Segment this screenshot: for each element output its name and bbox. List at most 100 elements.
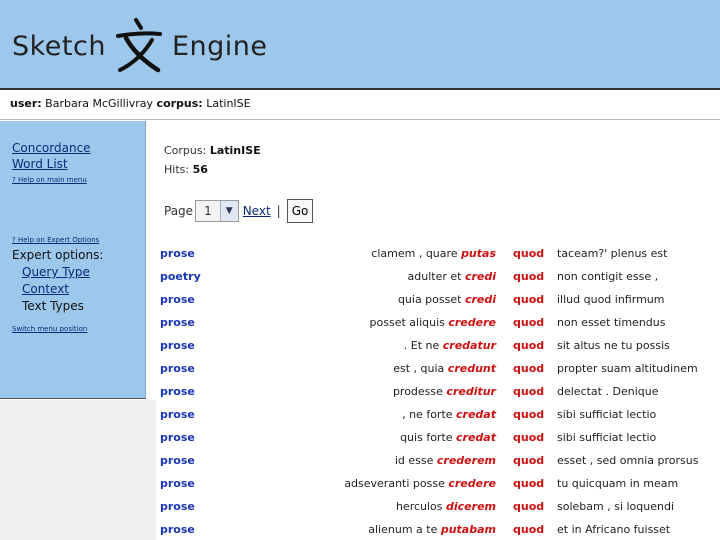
corpus-info-label: Corpus: [164, 144, 207, 157]
go-button[interactable]: Go [286, 199, 314, 223]
genre-cell[interactable]: prose [160, 357, 195, 380]
app-header: Sketch Engine [0, 0, 720, 88]
right-context-cell: sibi sufficiat lectio [557, 408, 657, 421]
kwic-node-cell[interactable]: quod [513, 426, 544, 449]
left-context-cell: quia posset credi [398, 288, 496, 311]
kwic-node-cell[interactable]: quod [513, 288, 544, 311]
kwic-node-cell[interactable]: quod [513, 403, 544, 426]
right-context-cell: illud quod infirmum [557, 293, 665, 306]
table-row[interactable]: prose id esse crederem quod esset , sed omn… [156, 449, 720, 472]
chevron-down-icon[interactable]: ▼ [219, 201, 238, 221]
left-context-text: adulter et [407, 270, 465, 283]
sidebar-item-concordance[interactable]: Concordance [12, 141, 145, 155]
right-context-cell: esset , sed omnia prorsus [557, 454, 699, 467]
left-context-text: alienum a te [368, 523, 441, 536]
corpus-line: Corpus: LatinISE [164, 141, 261, 160]
user-name: Barbara McGillivray [45, 97, 154, 110]
kwic-node-cell[interactable]: quod [513, 472, 544, 495]
sidebar-item-word-list[interactable]: Word List [12, 157, 145, 171]
collocate-keyword: credi [464, 270, 496, 283]
right-context-cell: sibi sufficiat lectio [557, 431, 657, 444]
left-context-cell: . Et ne credatur [404, 334, 496, 357]
table-row[interactable]: prose prodesse creditur quod delectat . Den… [156, 380, 720, 403]
sidebar-lower-area [0, 400, 156, 540]
genre-cell[interactable]: prose [160, 426, 195, 449]
table-row[interactable]: prose alienum a te putabam quod et in Afric… [156, 518, 720, 540]
kwic-node-cell[interactable]: quod [513, 311, 544, 334]
kwic-node-cell[interactable]: quod [513, 357, 544, 380]
left-context-text: adseveranti posse [344, 477, 449, 490]
user-label: user: [10, 97, 42, 110]
table-row[interactable]: prose herculos dicerem quod solebam , si lo… [156, 495, 720, 518]
collocate-keyword: credat [456, 408, 496, 421]
page-select-value: 1 [204, 204, 212, 218]
corpus-name: LatinISE [206, 97, 251, 110]
right-context-cell: sit altus ne tu possis [557, 339, 670, 352]
genre-cell[interactable]: prose [160, 472, 195, 495]
left-context-cell: adseveranti posse credere [344, 472, 496, 495]
kwic-node-cell[interactable]: quod [513, 334, 544, 357]
collocate-keyword: crederem [436, 454, 496, 467]
user-bar: user: Barbara McGillivray corpus: LatinI… [0, 88, 720, 120]
sidebar-item-query-type[interactable]: Query Type [12, 265, 145, 279]
table-row[interactable]: prose est , quia credunt quod propter suam … [156, 357, 720, 380]
right-context-cell: non contigit esse , [557, 270, 659, 283]
genre-cell[interactable]: poetry [160, 265, 201, 288]
left-context-cell: alienum a te putabam [368, 518, 496, 540]
table-row[interactable]: prose quia posset credi quod illud quod inf… [156, 288, 720, 311]
genre-cell[interactable]: prose [160, 288, 195, 311]
corpus-info: Corpus: LatinISE Hits: 56 [164, 141, 261, 179]
hits-line: Hits: 56 [164, 160, 261, 179]
help-main-menu-link[interactable]: ? Help on main menu [12, 176, 145, 184]
table-row[interactable]: prose clamem , quare putas quod taceam?' pl… [156, 242, 720, 265]
left-context-text: . Et ne [403, 339, 443, 352]
table-row[interactable]: prose , ne forte credat quod sibi sufficiat… [156, 403, 720, 426]
table-row[interactable]: prose quis forte credat quod sibi sufficiat… [156, 426, 720, 449]
table-row[interactable]: prose posset aliquis credere quod non esset… [156, 311, 720, 334]
genre-cell[interactable]: prose [160, 449, 195, 472]
left-context-cell: adulter et credi [408, 265, 497, 288]
left-context-cell: herculos dicerem [396, 495, 496, 518]
page-select[interactable]: 1 ▼ [195, 200, 239, 222]
kwic-node-cell[interactable]: quod [513, 518, 544, 540]
page-label: Page [164, 204, 194, 218]
corpus-info-value: LatinISE [209, 144, 261, 157]
corpus-label: corpus: [156, 97, 203, 110]
left-context-cell: id esse crederem [395, 449, 496, 472]
genre-cell[interactable]: prose [160, 403, 195, 426]
expert-options-label: Expert options: [12, 248, 104, 262]
genre-cell[interactable]: prose [160, 242, 195, 265]
main-content: Corpus: LatinISE Hits: 56 Page 1 ▼ Next … [156, 121, 720, 540]
table-row[interactable]: prose adseveranti posse credere quod tu qui… [156, 472, 720, 495]
collocate-keyword: credat [456, 431, 496, 444]
wen-character-glyph-icon [115, 18, 162, 73]
kwic-node-cell[interactable]: quod [513, 380, 544, 403]
left-context-text: posset aliquis [369, 316, 449, 329]
table-row[interactable]: poetry adulter et credi quod non contigit e… [156, 265, 720, 288]
table-row[interactable]: prose . Et ne credatur quod sit altus ne tu… [156, 334, 720, 357]
kwic-node-cell[interactable]: quod [513, 449, 544, 472]
help-expert-options-link[interactable]: ? Help on Expert Options [12, 236, 145, 244]
left-context-cell: prodesse creditur [393, 380, 496, 403]
right-context-cell: solebam , si loquendi [557, 500, 675, 513]
genre-cell[interactable]: prose [160, 380, 195, 403]
concordance-table: prose clamem , quare putas quod taceam?' pl… [156, 242, 720, 540]
collocate-keyword: credere [448, 316, 496, 329]
genre-cell[interactable]: prose [160, 334, 195, 357]
collocate-keyword: credi [464, 293, 496, 306]
sidebar-item-text-types[interactable]: Text Types [12, 299, 145, 313]
left-context-cell: est , quia credunt [393, 357, 496, 380]
next-page-link[interactable]: Next [243, 204, 271, 218]
collocate-keyword: creditur [446, 385, 496, 398]
left-context-text: id esse [394, 454, 437, 467]
genre-cell[interactable]: prose [160, 311, 195, 334]
kwic-node-cell[interactable]: quod [513, 495, 544, 518]
kwic-node-cell[interactable]: quod [513, 265, 544, 288]
sidebar-item-context[interactable]: Context [12, 282, 145, 296]
genre-cell[interactable]: prose [160, 518, 195, 540]
sketch-engine-logo[interactable]: Sketch Engine [12, 16, 268, 76]
right-context-cell: tu quicquam in meam [557, 477, 679, 490]
genre-cell[interactable]: prose [160, 495, 195, 518]
kwic-node-cell[interactable]: quod [513, 242, 544, 265]
switch-menu-position-link[interactable]: Switch menu position [12, 325, 145, 333]
